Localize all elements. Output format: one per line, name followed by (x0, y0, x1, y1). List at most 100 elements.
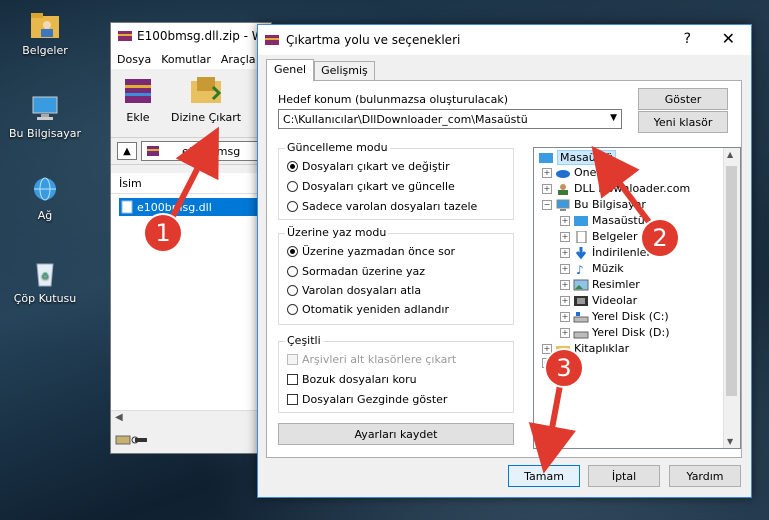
update-option-update[interactable]: Dosyaları çıkart ve güncelle (287, 180, 455, 193)
radio[interactable] (287, 304, 298, 315)
desktop-icon-label: Belgeler (22, 44, 68, 57)
expand-icon[interactable]: + (560, 279, 570, 290)
expand-icon[interactable]: + (560, 311, 570, 322)
help-icon[interactable]: ? (684, 31, 691, 47)
checkbox[interactable] (287, 394, 298, 405)
winrar-pathbar: ▲ e100bmsg (111, 138, 271, 165)
desktop-icon-recycle-bin[interactable]: ♻ Çöp Kutusu (0, 258, 90, 305)
folder-tree[interactable]: Masaüstü + OneDri + DLL Downloader.com −… (533, 147, 741, 449)
tree-item-downloads[interactable]: + İndirilenler (560, 246, 651, 259)
misc-title: Çeşitli (285, 334, 323, 347)
file-list-hscrollbar[interactable]: ◀ (111, 410, 271, 427)
overwrite-option-skip[interactable]: Varolan dosyaları atla (287, 284, 421, 297)
tree-item-pc-desktop[interactable]: + Masaüstü (560, 214, 645, 227)
tree-item-label: Videolar (592, 294, 638, 307)
collapse-icon[interactable]: − (542, 199, 552, 210)
network-icon (34, 177, 56, 201)
tree-vscrollbar[interactable]: ▲ ▼ (723, 148, 740, 448)
radio-selected[interactable] (287, 246, 298, 257)
tree-item-music[interactable]: + ♪ Müzik (560, 262, 624, 275)
up-folder-button[interactable]: ▲ (117, 142, 137, 160)
update-mode-group: Güncelleme modu Dosyaları çıkart ve deği… (278, 141, 514, 220)
chevron-down-icon[interactable]: ▼ (610, 113, 617, 123)
menu-commands[interactable]: Komutlar (161, 53, 211, 66)
dialog-titlebar[interactable]: Çıkartma yolu ve seçenekleri ? ✕ (258, 25, 751, 55)
checkbox-disabled (287, 354, 298, 365)
close-icon[interactable]: ✕ (722, 29, 735, 48)
column-header-name[interactable]: İsim (111, 173, 271, 194)
menu-file[interactable]: Dosya (117, 53, 151, 66)
cancel-button[interactable]: İptal (588, 465, 660, 487)
overwrite-option-rename[interactable]: Otomatik yeniden adlandır (287, 303, 449, 316)
scroll-up-icon[interactable]: ▲ (727, 150, 733, 159)
expand-icon[interactable]: + (542, 183, 552, 194)
help-button[interactable]: Yardım (669, 465, 741, 487)
extract-to-button[interactable]: Dizine Çıkart (171, 73, 241, 133)
archive-path: e100bmsg (182, 144, 241, 158)
update-option-freshen[interactable]: Sadece varolan dosyaları tazele (287, 200, 477, 213)
expand-icon[interactable]: + (560, 263, 570, 274)
desktop-icon-documents[interactable]: Belgeler (0, 10, 90, 57)
checkbox[interactable] (287, 374, 298, 385)
tree-item-documents[interactable]: + Belgeler (560, 230, 637, 243)
user-icon (558, 183, 568, 195)
update-option-replace[interactable]: Dosyaları çıkart ve değiştir (287, 160, 450, 173)
misc-option-subfolders: Arşivleri alt klasörlere çıkart (287, 353, 456, 366)
expand-icon[interactable]: + (560, 327, 570, 338)
tree-item-user[interactable]: + DLL Downloader.com (542, 182, 690, 195)
overwrite-option-ask[interactable]: Üzerine yazmadan önce sor (287, 245, 455, 258)
file-list[interactable]: İsim e100bmsg.dll (111, 173, 271, 427)
misc-option-keep-broken[interactable]: Bozuk dosyaları koru (287, 373, 417, 386)
scroll-thumb[interactable] (726, 166, 737, 396)
extract-to-label: Dizine Çıkart (171, 111, 242, 124)
overwrite-mode-title: Üzerine yaz modu (285, 226, 389, 239)
add-button[interactable]: Ekle (119, 73, 157, 133)
option-label: Dosyaları Gezginde göster (302, 393, 448, 406)
winrar-titlebar[interactable]: E100bmsg.dll.zip - W (111, 23, 271, 49)
winrar-window[interactable]: E100bmsg.dll.zip - W Dosya Komutlar Araç… (110, 22, 272, 454)
tree-item-videos[interactable]: + Videolar (560, 294, 637, 307)
expand-icon[interactable]: + (560, 231, 570, 242)
file-row[interactable]: e100bmsg.dll (119, 198, 271, 216)
expand-icon[interactable]: + (542, 167, 552, 178)
tree-item-label: Masaüstü (557, 150, 616, 165)
radio[interactable] (287, 266, 298, 277)
tree-item-disk-d[interactable]: + Yerel Disk (D:) (560, 326, 670, 339)
menu-tools[interactable]: Araçla (221, 53, 256, 66)
svg-text:♪: ♪ (576, 263, 584, 275)
destination-combobox[interactable]: C:\Kullanıcılar\DllDownloader_com\Masaüs… (278, 109, 622, 129)
tree-item-desktop-root[interactable]: Masaüstü (538, 150, 616, 165)
option-label: Varolan dosyaları atla (302, 284, 422, 297)
misc-option-show-explorer[interactable]: Dosyaları Gezginde göster (287, 393, 447, 406)
tree-item-this-pc[interactable]: − Bu Bilgisayar (542, 198, 646, 211)
overwrite-option-without-prompt[interactable]: Sormadan üzerine yaz (287, 265, 425, 278)
destination-label: Hedef konum (bulunmazsa oluşturulacak) (278, 93, 508, 106)
archive-path-box[interactable]: e100bmsg (141, 141, 271, 161)
scroll-down-icon[interactable]: ▼ (727, 437, 733, 446)
scroll-left-icon[interactable]: ◀ (115, 412, 123, 423)
expand-icon[interactable]: + (560, 247, 570, 258)
tab-general[interactable]: Genel (266, 59, 315, 81)
radio[interactable] (287, 181, 298, 192)
ok-button[interactable]: Tamam (508, 465, 580, 487)
save-settings-button[interactable]: Ayarları kaydet (278, 423, 514, 445)
tree-item-label: Kitaplıklar (574, 342, 630, 355)
desktop-icon-network[interactable]: Ağ (0, 175, 90, 222)
extract-dialog[interactable]: Çıkartma yolu ve seçenekleri ? ✕ Genel G… (257, 24, 752, 498)
tree-item-pictures[interactable]: + Resimler (560, 278, 640, 291)
winrar-logo-icon (118, 31, 132, 41)
tab-advanced[interactable]: Gelişmiş (314, 61, 375, 81)
destination-value: C:\Kullanıcılar\DllDownloader_com\Masaüs… (283, 112, 528, 126)
new-folder-button[interactable]: Yeni klasör (638, 111, 728, 133)
expand-icon[interactable]: + (560, 295, 570, 306)
radio[interactable] (287, 285, 298, 296)
radio-selected[interactable] (287, 161, 298, 172)
film-icon (574, 295, 588, 306)
tree-item-disk-c[interactable]: + Yerel Disk (C:) (560, 310, 669, 323)
tree-item-onedrive[interactable]: + OneDri (542, 166, 612, 179)
radio[interactable] (287, 201, 298, 212)
show-button[interactable]: Göster (638, 88, 728, 110)
desktop-icon-this-pc[interactable]: Bu Bilgisayar (0, 93, 90, 140)
desktop-icon-label: Ağ (37, 209, 53, 222)
expand-icon[interactable]: + (560, 215, 570, 226)
